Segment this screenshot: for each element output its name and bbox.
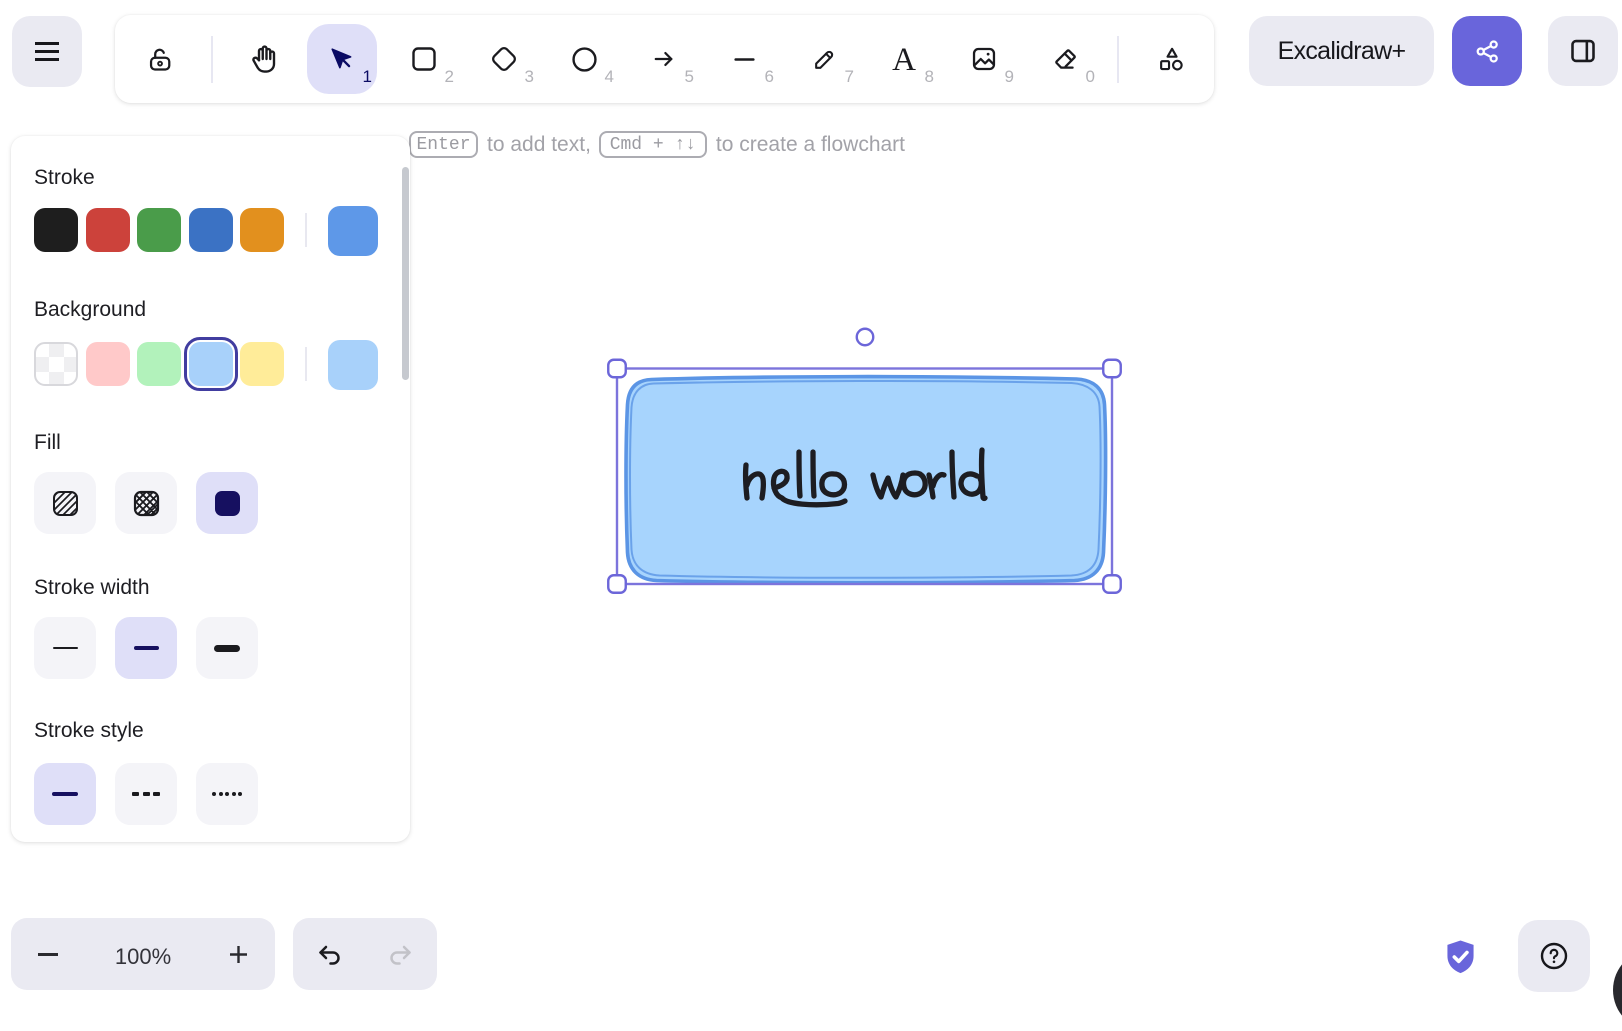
- svg-text:A: A: [892, 44, 916, 74]
